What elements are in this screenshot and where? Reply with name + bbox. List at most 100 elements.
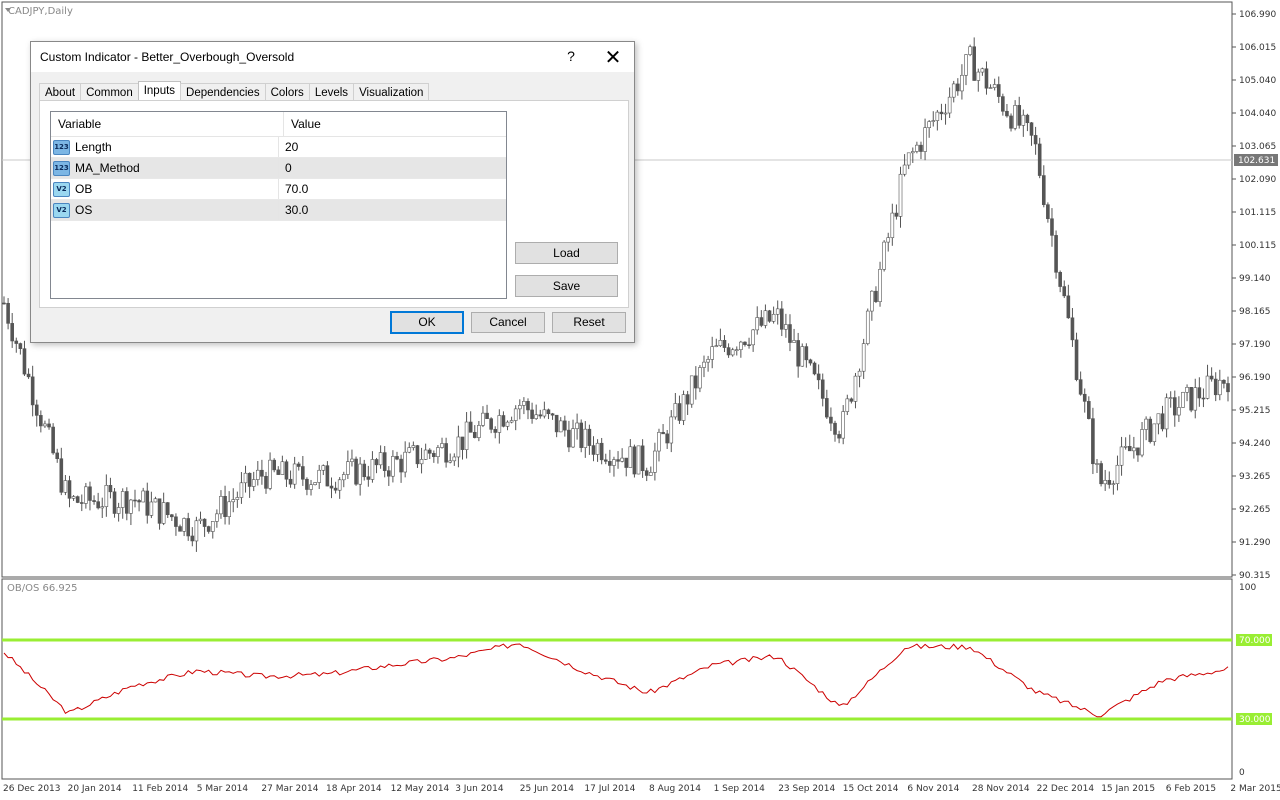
load-button[interactable]: Load xyxy=(515,242,618,264)
indicator-axis-max: 100 xyxy=(1239,583,1256,593)
date-tick-label: 6 Feb 2015 xyxy=(1166,784,1216,794)
grid-header: Variable Value xyxy=(51,112,506,137)
candle-body xyxy=(464,421,469,450)
candle-body xyxy=(923,127,927,152)
candle-body xyxy=(2,302,6,305)
column-header-variable[interactable]: Variable xyxy=(51,112,284,136)
candle-body xyxy=(915,144,919,152)
candle-body xyxy=(194,520,199,542)
candle-body xyxy=(599,442,604,461)
date-tick-label: 22 Dec 2014 xyxy=(1037,784,1095,794)
candle-body xyxy=(1058,271,1062,287)
candle-body xyxy=(1029,122,1034,136)
candle-body xyxy=(354,458,358,485)
candle-body xyxy=(751,329,755,346)
candle-body xyxy=(407,447,412,453)
candle-body xyxy=(522,401,526,406)
table-row[interactable]: V2 OS 30.0 xyxy=(51,200,506,221)
close-icon[interactable]: ✕ xyxy=(601,45,625,70)
candle-body xyxy=(497,415,502,433)
candle-body xyxy=(411,445,416,448)
candle-body xyxy=(92,500,96,502)
integer-icon: 123 xyxy=(53,139,70,155)
date-tick-label: 18 Apr 2014 xyxy=(326,784,382,794)
candle-body xyxy=(841,411,845,439)
candle-body xyxy=(951,83,956,98)
candle-body xyxy=(714,345,719,348)
indicator-label: OB/OS 66.925 xyxy=(7,583,78,594)
tab-inputs[interactable]: Inputs xyxy=(137,81,182,102)
candle-body xyxy=(75,496,80,503)
candle-body xyxy=(436,447,440,457)
date-tick-label: 15 Oct 2014 xyxy=(843,784,899,794)
candle-body xyxy=(972,46,976,81)
candle-body xyxy=(800,346,805,367)
cancel-button[interactable]: Cancel xyxy=(471,312,545,333)
candle-body xyxy=(976,71,981,81)
candle-body xyxy=(1041,175,1046,205)
candle-body xyxy=(460,436,465,450)
candle-body xyxy=(59,458,64,493)
candle-body xyxy=(210,521,215,532)
price-tick-label: 100.115 xyxy=(1239,241,1276,251)
candle-body xyxy=(726,347,731,356)
candle-body xyxy=(644,470,649,476)
candle-body xyxy=(804,346,809,361)
price-tick-label: 105.040 xyxy=(1239,76,1276,86)
candle-body xyxy=(96,501,100,509)
candle-body xyxy=(129,499,133,514)
candle-body xyxy=(280,461,285,475)
candle-body xyxy=(399,458,403,473)
variable-value[interactable]: 20 xyxy=(279,137,298,157)
candle-body xyxy=(509,420,514,423)
candle-body xyxy=(894,212,899,217)
candle-body xyxy=(759,317,764,326)
table-row[interactable]: 123 MA_Method 0 xyxy=(51,158,506,179)
price-tick-label: 92.265 xyxy=(1239,505,1271,515)
candle-body xyxy=(305,478,309,490)
candle-body xyxy=(34,404,39,416)
candle-body xyxy=(501,415,506,427)
candle-body xyxy=(616,459,620,462)
candle-body xyxy=(288,478,293,485)
candle-body xyxy=(1013,105,1017,129)
help-button[interactable]: ? xyxy=(561,48,581,64)
table-row[interactable]: 123 Length 20 xyxy=(51,137,506,158)
candle-body xyxy=(685,394,690,405)
candle-body xyxy=(554,414,559,433)
candle-body xyxy=(747,344,751,346)
variable-value[interactable]: 30.0 xyxy=(279,200,308,220)
candle-body xyxy=(767,310,772,322)
dialog-titlebar[interactable]: Custom Indicator - Better_Overbough_Over… xyxy=(31,42,634,72)
candle-body xyxy=(1054,235,1058,273)
candle-body xyxy=(1132,447,1136,452)
candle-body xyxy=(51,426,55,454)
candle-body xyxy=(1115,464,1120,484)
candle-body xyxy=(857,370,862,377)
candle-body xyxy=(546,409,551,415)
candle-body xyxy=(235,497,240,500)
candle-body xyxy=(71,496,76,499)
price-tick-label: 98.165 xyxy=(1239,307,1271,317)
save-button[interactable]: Save xyxy=(515,275,618,297)
candle-body xyxy=(632,446,637,475)
candle-body xyxy=(137,500,141,503)
price-axis: 106.990 106.015 105.040 104.040 103.065 102.0… xyxy=(1232,10,1276,581)
ok-button[interactable]: OK xyxy=(390,311,464,334)
variable-value[interactable]: 0 xyxy=(279,158,292,178)
candle-body xyxy=(673,403,678,418)
inputs-grid: Variable Value 123 Length 20 123 MA_Meth… xyxy=(50,111,507,299)
candle-body xyxy=(1017,105,1022,126)
reset-button[interactable]: Reset xyxy=(552,312,626,333)
candle-body xyxy=(698,367,702,389)
candle-body xyxy=(157,498,162,524)
candle-body xyxy=(370,459,375,480)
column-header-value[interactable]: Value xyxy=(284,112,321,136)
variable-value[interactable]: 70.0 xyxy=(279,179,308,199)
candle-body xyxy=(1160,413,1165,430)
candle-body xyxy=(1119,446,1124,466)
table-row[interactable]: V2 OB 70.0 xyxy=(51,179,506,200)
indicator-axis-min: 0 xyxy=(1239,768,1245,778)
candle-body xyxy=(223,496,227,517)
candle-body xyxy=(18,343,23,349)
